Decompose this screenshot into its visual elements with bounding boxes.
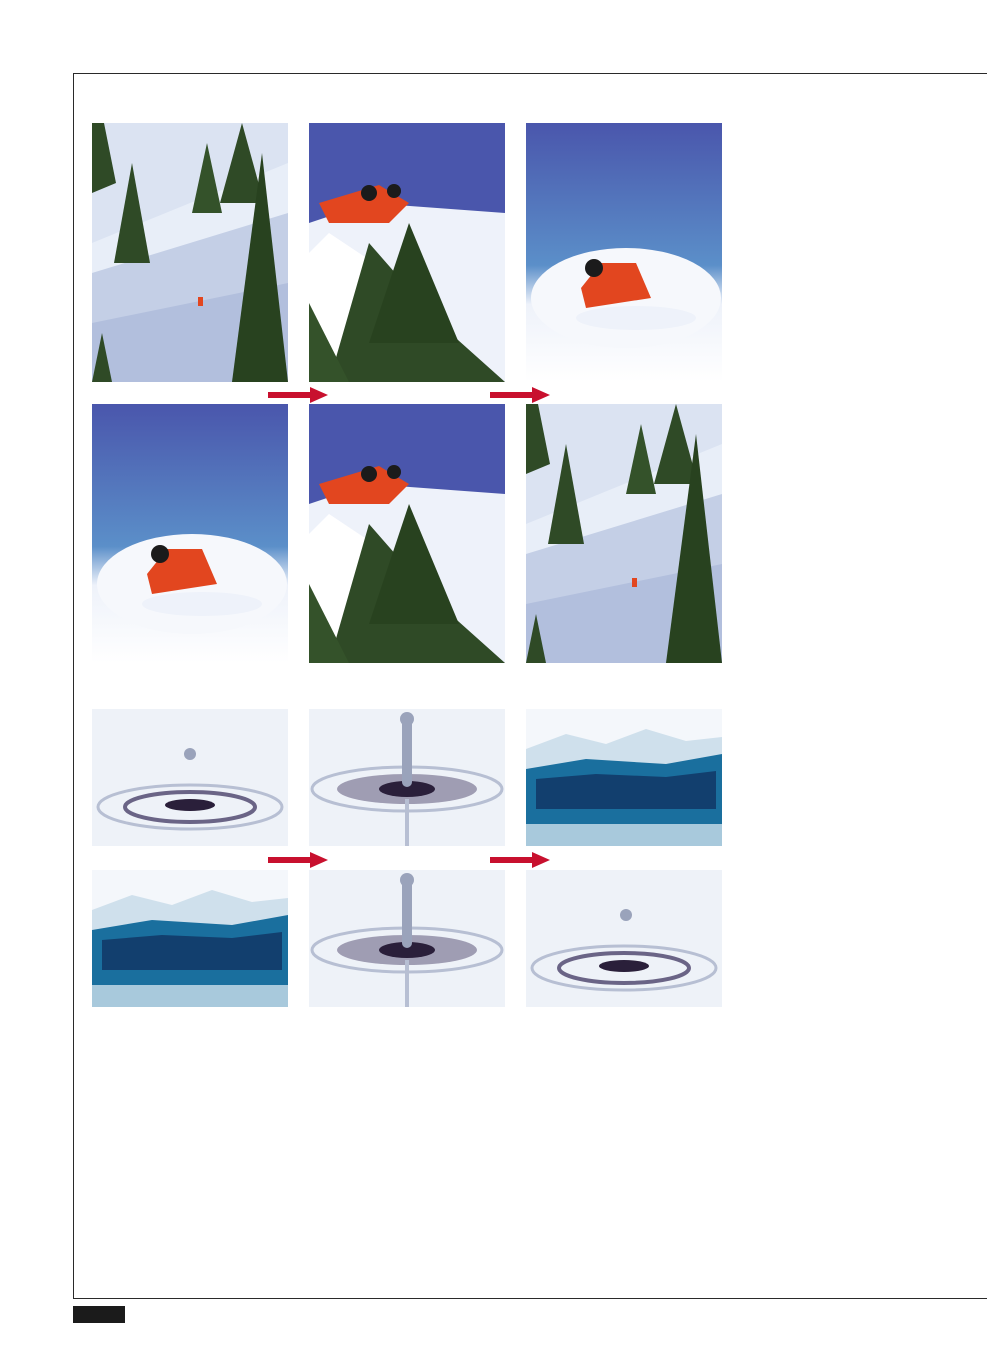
drop-photo-column-2 — [309, 870, 505, 1007]
drop-photo-falling-1 — [92, 709, 288, 846]
ski-photo-jump-1 — [309, 123, 505, 382]
arrow-right-icon — [268, 852, 328, 868]
ski-photo-landscape-2 — [526, 404, 722, 663]
drop-photo-crown-2 — [92, 870, 288, 1007]
ski-photo-powder-1 — [526, 123, 722, 382]
ski-photo-powder-2 — [92, 404, 288, 663]
drop-photo-column-1 — [309, 709, 505, 846]
ski-photo-landscape-1 — [92, 123, 288, 382]
arrow-right-icon — [490, 387, 550, 403]
arrow-right-icon — [268, 387, 328, 403]
drop-photo-crown-1 — [526, 709, 722, 846]
ski-photo-jump-2 — [309, 404, 505, 663]
drop-photo-falling-2 — [526, 870, 722, 1007]
arrow-right-icon — [490, 852, 550, 868]
page-marker — [73, 1306, 125, 1323]
